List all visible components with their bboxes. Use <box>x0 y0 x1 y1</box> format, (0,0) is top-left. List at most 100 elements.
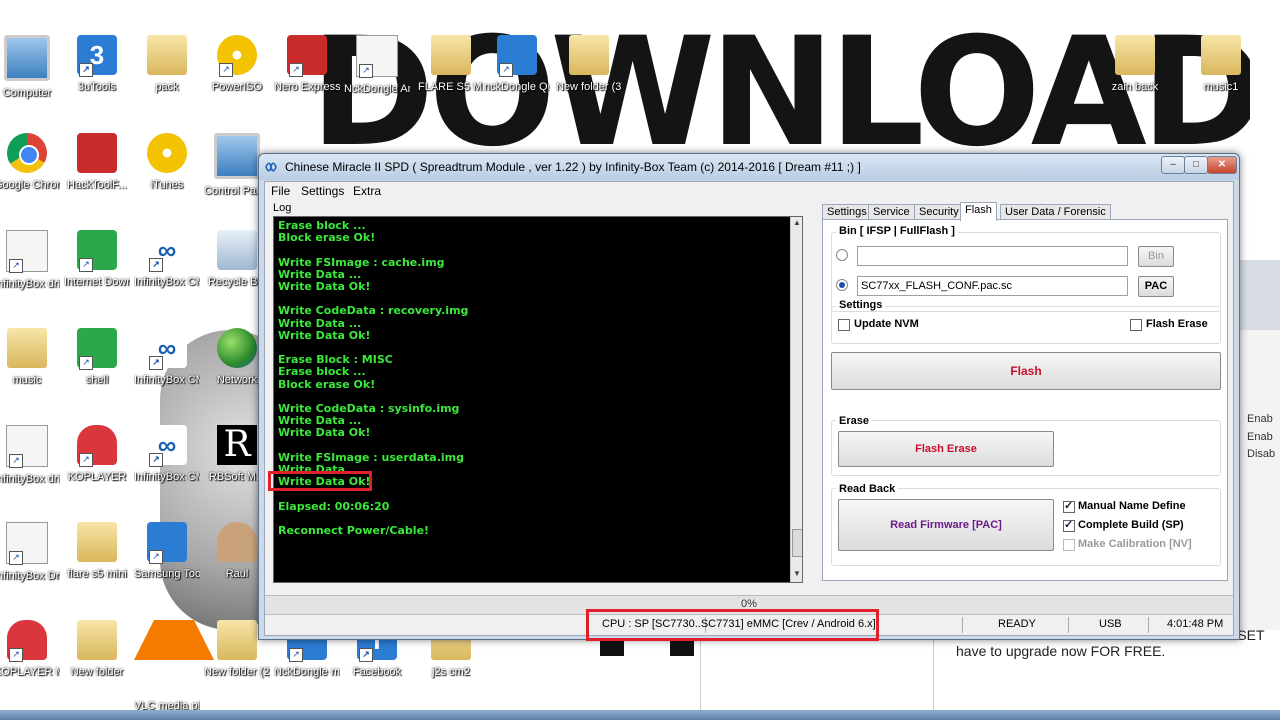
desktop-icon[interactable]: FLARE S5 MINI (CM2... <box>418 35 484 94</box>
status-divider <box>962 617 963 633</box>
desktop-icon[interactable]: music <box>0 328 60 387</box>
read-firmware-button[interactable]: Read Firmware [PAC] <box>838 499 1054 551</box>
scroll-thumb[interactable] <box>792 529 802 557</box>
complete-build-checkbox[interactable] <box>1063 518 1075 532</box>
desktop-icon[interactable]: ∞↗ InfinityBox CM2SPD <box>134 425 200 484</box>
update-nvm-checkbox[interactable] <box>838 319 850 331</box>
desktop-icon-label: NckDongle main exe <box>274 666 340 678</box>
desktop-icon[interactable]: flare s5 mini <box>64 522 130 581</box>
log-line: Write Data Ok! <box>278 280 371 293</box>
desktop-icon[interactable]: zain back <box>1102 35 1168 94</box>
flash-erase-button[interactable]: Flash Erase <box>838 431 1054 467</box>
desktop-icon[interactable]: ∞↗ InfinityBox CM2QLM <box>134 328 200 387</box>
desktop-icon[interactable]: ↗ Samsung Tool PRO <box>134 522 200 581</box>
recycle-bin-icon <box>217 230 257 270</box>
desktop-icon[interactable]: Computer <box>0 35 60 100</box>
desktop-icon[interactable]: ↗ InfinityBox drivers in... <box>0 425 60 486</box>
desktop-icon-label: KOPLAYER Multi Ma... <box>0 666 60 678</box>
make-calibration-checkbox[interactable] <box>1063 539 1075 551</box>
samsung-tool-icon: ↗ <box>147 522 187 564</box>
desktop-icon-label: j2s cm2 <box>432 666 470 678</box>
desktop-icon[interactable]: VLC media player <box>134 620 214 713</box>
scroll-down-icon[interactable]: ▼ <box>791 568 802 580</box>
desktop-icon[interactable]: ↗ InfinityBox drivers in... <box>0 230 60 291</box>
desktop-icon-label: shell <box>85 374 109 386</box>
desktop-icon[interactable]: music1 <box>1188 35 1254 94</box>
menu-extra[interactable]: Extra <box>353 184 381 198</box>
background-side-text: Enab <box>1247 431 1273 443</box>
desktop-icon[interactable]: ↗ Nero Express <box>274 35 340 94</box>
desktop-icon-label: New folder (2) <box>204 666 270 678</box>
desktop-icon[interactable]: 3 ↗ 3uTools <box>64 35 130 94</box>
desktop-icon[interactable]: pack <box>134 35 200 94</box>
itunes-icon <box>147 133 187 173</box>
highlight-box-write-ok <box>268 471 372 491</box>
log-line: Write Data Ok! <box>278 328 371 342</box>
flash-button[interactable]: Flash <box>831 352 1221 390</box>
desktop-icon-label: HackToolF... <box>67 179 127 191</box>
desktop-icon-label: pack <box>155 81 179 93</box>
log-line: Block erase Ok! <box>278 231 376 245</box>
minimize-button[interactable]: – <box>1161 156 1185 174</box>
tab-user-data[interactable]: User Data / Forensic <box>1000 204 1111 220</box>
tab-service[interactable]: Service <box>868 204 915 220</box>
desktop-icon[interactable]: ↗ InfinityBox Drivers <box>0 522 60 583</box>
desktop-icon[interactable]: ↗ Internet Downlo... <box>64 230 130 289</box>
log-scrollbar[interactable]: ▲ ▼ <box>790 217 802 582</box>
log-line: Erase block ... <box>278 219 366 232</box>
tab-settings[interactable]: Settings <box>822 204 872 220</box>
log-output[interactable]: Erase block ... Block erase Ok! Write FSIm… <box>273 216 803 583</box>
tab-flash[interactable]: Flash <box>960 202 997 221</box>
desktop-icon[interactable]: ↗ PowerISO <box>204 35 270 94</box>
bin-button[interactable]: Bin <box>1138 246 1174 267</box>
status-port: USB <box>1099 618 1122 630</box>
bin-path-input[interactable] <box>857 246 1128 266</box>
desktop-icon[interactable]: ↗ shell <box>64 328 130 387</box>
desktop-icon-label: music1 <box>1203 81 1239 93</box>
desktop-icon[interactable]: New folder (3) <box>556 35 622 94</box>
desktop-icon-label: Nero Express <box>274 81 340 93</box>
pac-button[interactable]: PAC <box>1138 276 1174 297</box>
menu-settings[interactable]: Settings <box>301 184 344 198</box>
rbsoft-icon: R <box>217 425 257 465</box>
desktop-icon[interactable]: Google Chrome <box>0 133 60 192</box>
pac-path-input[interactable]: SC77xx_FLASH_CONF.pac.sc <box>857 276 1128 296</box>
background-block <box>670 640 694 656</box>
title-bar[interactable]: Chinese Miracle II SPD ( Spreadtrum Modu… <box>259 154 1239 180</box>
idm-icon: ↗ <box>77 230 117 272</box>
installer-icon: ↗ <box>6 425 48 468</box>
manual-name-label: Manual Name Define <box>1078 500 1186 512</box>
desktop-icon-label: InfinityBox drivers in... <box>0 278 60 290</box>
bin-radio[interactable] <box>836 249 848 261</box>
desktop-icon[interactable]: ↗ KOPLAYER Multi Ma... <box>0 620 60 679</box>
taskbar[interactable] <box>0 710 1280 720</box>
desktop-icon[interactable]: ∞↗ InfinityBox CM2MTK <box>134 230 200 289</box>
folder-icon <box>7 328 47 368</box>
menu-file[interactable]: File <box>271 184 290 198</box>
desktop-icon[interactable]: ↗ nckDongle Qualcomm <box>484 35 550 94</box>
3utools-icon: 3 ↗ <box>77 35 117 77</box>
desktop-icon-label: Samsung Tool PRO <box>134 568 200 580</box>
erase-group: Erase Flash Erase <box>831 415 1221 476</box>
scroll-up-icon[interactable]: ▲ <box>791 217 802 229</box>
window-client: File Settings Extra Log Erase block ... B… <box>264 181 1234 636</box>
settings-group: Settings Update NVM Flash Erase <box>831 299 1221 344</box>
maximize-button[interactable]: □ <box>1184 156 1208 174</box>
poweriso-icon: ↗ <box>217 35 257 77</box>
koplayer-icon: ↗ <box>77 425 117 467</box>
desktop-icon[interactable]: HackToolF... <box>64 133 130 192</box>
manual-name-checkbox[interactable] <box>1063 499 1075 513</box>
desktop-icon[interactable]: iTunes <box>134 133 200 192</box>
close-button[interactable]: ✕ <box>1207 156 1237 174</box>
shortcut-arrow-icon: ↗ <box>9 551 23 565</box>
pac-radio[interactable] <box>836 279 848 291</box>
background-panel-2 <box>1240 330 1280 630</box>
flash-erase-checkbox[interactable] <box>1130 319 1142 331</box>
desktop-icon[interactable]: New folder <box>64 620 130 679</box>
settings-group-title: Settings <box>836 299 886 311</box>
read-back-group-title: Read Back <box>836 483 899 495</box>
desktop-icon[interactable]: ↗ KOPLAYER <box>64 425 130 484</box>
desktop-icon[interactable]: ↗ NckDongle AndroidMTK <box>344 35 410 96</box>
window-title: Chinese Miracle II SPD ( Spreadtrum Modu… <box>285 160 861 174</box>
tab-security[interactable]: Security <box>914 204 964 220</box>
